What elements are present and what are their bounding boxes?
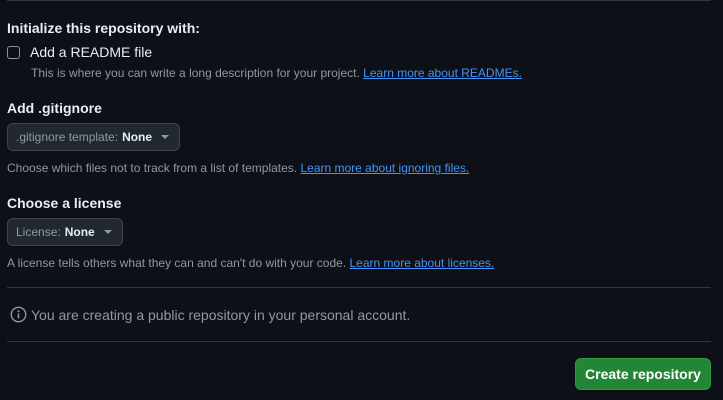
readme-learn-more-link[interactable]: Learn more about READMEs. (363, 66, 522, 80)
readme-option[interactable]: Add a README file (7, 44, 152, 60)
repo-init-panel: Initialize this repository with: Add a R… (0, 0, 723, 400)
readme-label[interactable]: Add a README file (30, 44, 152, 60)
chevron-down-icon (161, 135, 170, 139)
gitignore-template-select[interactable]: .gitignore template: None (7, 123, 181, 151)
gitignore-heading: Add .gitignore (7, 100, 102, 116)
readme-description: This is where you can write a long descr… (31, 66, 522, 80)
license-heading: Choose a license (7, 195, 122, 211)
gitignore-select-value: None (122, 130, 153, 144)
gitignore-desc-text: Choose which files not to track from a l… (7, 161, 298, 175)
license-select-value: None (64, 225, 95, 239)
license-select-label: License: (16, 225, 61, 239)
license-description: A license tells others what they can and… (7, 256, 494, 270)
section-divider-bottom (7, 341, 711, 342)
license-desc-text: A license tells others what they can and… (7, 256, 347, 270)
init-heading: Initialize this repository with: (7, 20, 200, 36)
create-repository-button[interactable]: Create repository (575, 358, 711, 390)
visibility-notice: You are creating a public repository in … (10, 306, 410, 323)
top-divider (7, 0, 711, 1)
info-icon (10, 306, 27, 323)
license-learn-more-link[interactable]: Learn more about licenses. (350, 256, 495, 270)
section-divider (7, 287, 711, 288)
visibility-notice-text: You are creating a public repository in … (31, 306, 411, 323)
chevron-down-icon (103, 230, 112, 234)
gitignore-description: Choose which files not to track from a l… (7, 161, 469, 175)
gitignore-learn-more-link[interactable]: Learn more about ignoring files. (300, 161, 469, 175)
readme-desc-text: This is where you can write a long descr… (31, 66, 360, 80)
license-select[interactable]: License: None (7, 218, 123, 246)
gitignore-select-label: .gitignore template: (16, 130, 119, 144)
readme-checkbox[interactable] (7, 45, 20, 59)
